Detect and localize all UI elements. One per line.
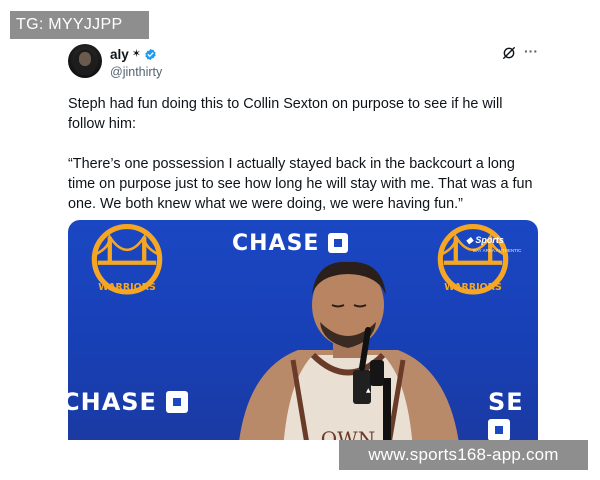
jersey-text: OWN <box>321 427 375 440</box>
watermark-bottom: www.sports168-app.com <box>339 440 588 470</box>
handle[interactable]: @jinthirty <box>110 65 162 79</box>
sparkle-icon: ✶ <box>131 47 141 60</box>
more-options-icon[interactable]: ··· <box>524 43 538 59</box>
tweet-card: aly ✶ @jinthirty ··· Steph had fun doing… <box>68 42 538 440</box>
tweet-text-para1: Steph had fun doing this to Collin Sexto… <box>68 96 503 132</box>
tweet-header: aly ✶ @jinthirty ··· <box>68 42 538 82</box>
warriors-logo-text: WARRIORS <box>98 282 156 293</box>
author-block: aly ✶ @jinthirty <box>110 46 162 80</box>
watermark-top: TG: MYYJJPP <box>10 11 149 39</box>
avatar[interactable] <box>68 44 102 78</box>
grok-icon[interactable] <box>502 46 516 60</box>
svg-text:▲: ▲ <box>366 387 371 394</box>
warriors-logo-left: WARRIORS <box>91 224 163 295</box>
display-name[interactable]: aly <box>110 47 129 62</box>
player-figure: OWN ▲ <box>239 261 459 440</box>
nbc-sports-logo: ◆ Sports <box>466 235 504 245</box>
tweet-text-para2: “There’s one possession I actually staye… <box>68 156 533 212</box>
chase-logo-left: CHASE <box>68 388 189 416</box>
tweet-media-image[interactable]: WARRIORS WARRIORS CHASE CHASE SE ◆ Sport… <box>68 220 538 440</box>
verified-badge-icon <box>145 48 156 60</box>
avatar-face <box>79 52 91 66</box>
tweet-text: Steph had fun doing this to Collin Sexto… <box>68 94 536 214</box>
